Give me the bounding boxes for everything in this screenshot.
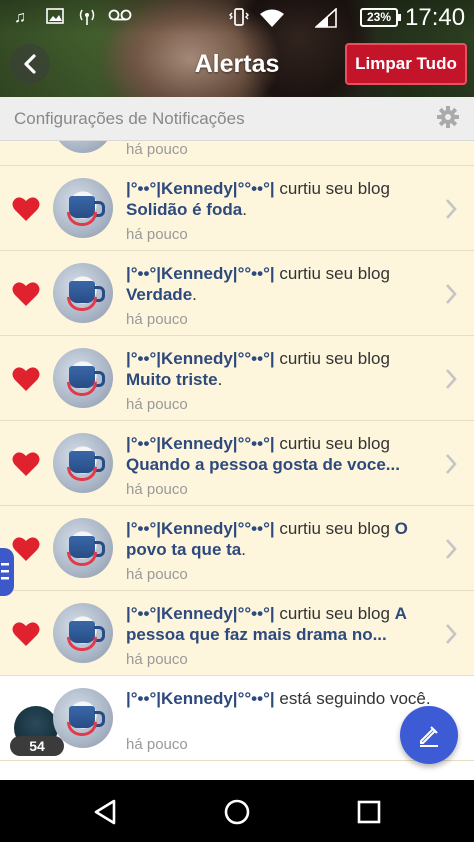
notification-user[interactable]: |°••°|Kennedy|°°••°| [126,434,275,453]
notification-time: há pouco [126,226,188,243]
notification-settings-label: Configurações de Notificações [14,109,245,128]
vibrate-icon [228,8,250,32]
menu-icon [1,563,9,580]
notification-user[interactable]: |°••°|Kennedy|°°••°| [126,179,275,198]
notification-time: há pouco [126,736,188,753]
notification-row[interactable]: |°••°|Kennedy|°°••°| curtiu seu blog Sol… [0,166,474,251]
notification-row[interactable]: |°••°|Kennedy|°°••°| curtiu seu blog Qua… [0,421,474,506]
notification-blog-title[interactable]: Verdade [126,285,192,304]
notification-action: curtiu seu blog [279,349,390,368]
follower-count-badge: 54 [10,736,64,756]
avatar[interactable] [53,433,113,493]
notification-time: há pouco [126,311,188,328]
notification-row[interactable]: |°••°|Kennedy|°°••°| curtiu seu blog Ver… [0,251,474,336]
heart-icon [12,197,40,221]
heart-icon [12,622,40,646]
notification-blog-title[interactable]: Muito triste [126,370,218,389]
avatar [53,141,113,153]
side-menu-tab[interactable] [0,548,14,596]
notification-action: curtiu seu blog [279,179,390,198]
notification-time: há pouco [126,481,188,498]
notification-row[interactable]: há pouco [0,141,474,166]
chevron-right-icon [446,454,457,474]
avatar[interactable] [53,178,113,238]
notification-time: há pouco [126,651,188,668]
home-nav-icon[interactable] [223,798,251,826]
notification-row[interactable]: |°••°|Kennedy|°°••°| curtiu seu blog Mui… [0,336,474,421]
chevron-right-icon [446,624,457,644]
notification-text: |°••°|Kennedy|°°••°| curtiu seu blog O p… [126,519,408,559]
notification-action: está seguindo você. [279,689,431,708]
notification-row[interactable]: |°••°|Kennedy|°°••°| curtiu seu blog A p… [0,591,474,676]
notification-action: curtiu seu blog [279,519,390,538]
recents-nav-icon[interactable] [357,798,381,826]
notification-row[interactable] [0,761,474,780]
notification-row[interactable]: |°••°|Kennedy|°°••°| curtiu seu blog O p… [0,506,474,591]
avatar[interactable] [53,603,113,663]
notification-action: curtiu seu blog [279,604,390,623]
battery-icon: 23% [360,8,401,27]
notification-time: há pouco [126,141,188,158]
notification-text: |°••°|Kennedy|°°••°| curtiu seu blog Mui… [126,349,390,389]
pencil-icon [420,726,438,747]
avatar[interactable] [53,688,113,748]
heart-icon [12,452,40,476]
notification-text: |°••°|Kennedy|°°••°| curtiu seu blog Sol… [126,179,390,219]
notification-blog-title[interactable]: Quando a pessoa gosta de voce... [126,455,400,474]
notification-action: curtiu seu blog [279,264,390,283]
notification-user[interactable]: |°••°|Kennedy|°°••°| [126,604,275,623]
notification-time: há pouco [126,566,188,583]
back-nav-icon[interactable] [92,798,120,826]
music-icon: ♫ [14,9,26,26]
gear-icon[interactable] [436,105,460,129]
notification-text: |°••°|Kennedy|°°••°| curtiu seu blog Ver… [126,264,390,304]
voicemail-icon [108,8,132,28]
notification-text: |°••°|Kennedy|°°••°| está seguindo você. [126,688,438,709]
notification-text: |°••°|Kennedy|°°••°| curtiu seu blog Qua… [126,433,438,475]
compose-button[interactable] [400,706,458,764]
notification-user[interactable]: |°••°|Kennedy|°°••°| [126,689,275,708]
notification-text: |°••°|Kennedy|°°••°| curtiu seu blog A p… [126,603,438,645]
clock: 17:40 [405,4,466,31]
clear-all-button[interactable]: Limpar Tudo [345,43,467,85]
heart-icon [12,537,40,561]
notification-user[interactable]: |°••°|Kennedy|°°••°| [126,519,275,538]
chevron-right-icon [446,539,457,559]
chevron-right-icon [446,369,457,389]
header: ♫ 23% 17:40 Alertas Limpar Tudo [0,0,474,97]
navigation-bar [0,780,474,842]
heart-icon [12,282,40,306]
notification-blog-title[interactable]: Solidão é foda [126,200,242,219]
signal-icon [313,7,337,34]
status-bar: ♫ 23% 17:40 [0,0,474,36]
avatar[interactable] [53,348,113,408]
avatar[interactable] [53,518,113,578]
notification-action: curtiu seu blog [279,434,390,453]
wifi-icon [259,8,285,34]
hotspot-icon [78,8,96,32]
heart-icon [12,367,40,391]
avatar[interactable] [53,263,113,323]
chevron-right-icon [446,199,457,219]
notification-list: há pouco |°••°|Kennedy|°°••°| curtiu seu… [0,141,474,780]
notification-time: há pouco [126,396,188,413]
chevron-right-icon [446,284,457,304]
image-icon [46,8,64,30]
notification-user[interactable]: |°••°|Kennedy|°°••°| [126,349,275,368]
notification-settings-bar[interactable]: Configurações de Notificações [0,97,474,141]
notification-user[interactable]: |°••°|Kennedy|°°••°| [126,264,275,283]
